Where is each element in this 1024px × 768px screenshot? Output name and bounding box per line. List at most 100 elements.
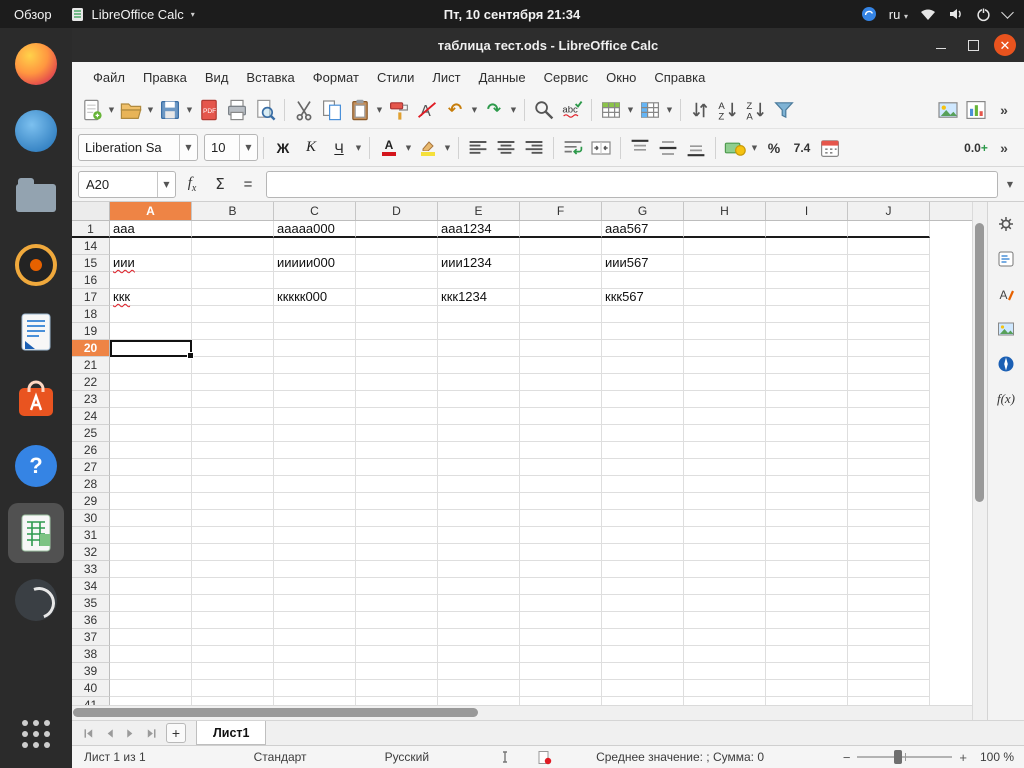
cell-G35[interactable]	[602, 595, 684, 612]
cell-J21[interactable]	[848, 357, 930, 374]
menubar-item-справка[interactable]: Справка	[645, 62, 714, 92]
cell-E36[interactable]	[438, 612, 520, 629]
column-header-B[interactable]: B	[192, 202, 274, 220]
cell-D35[interactable]	[356, 595, 438, 612]
cell-G19[interactable]	[602, 323, 684, 340]
cell-I15[interactable]	[766, 255, 848, 272]
row-header-27[interactable]: 27	[72, 459, 110, 476]
cell-E39[interactable]	[438, 663, 520, 680]
cell-D16[interactable]	[356, 272, 438, 289]
cell-J38[interactable]	[848, 646, 930, 663]
equals-button[interactable]: =	[236, 171, 260, 197]
cell-H26[interactable]	[684, 442, 766, 459]
cell-F20[interactable]	[520, 340, 602, 357]
cell-B16[interactable]	[192, 272, 274, 289]
cell-E19[interactable]	[438, 323, 520, 340]
font-name-dropdown[interactable]: ▼	[179, 135, 197, 160]
insert-column-dropdown[interactable]: ▼	[664, 106, 675, 114]
row-header-38[interactable]: 38	[72, 646, 110, 663]
cell-A33[interactable]	[110, 561, 192, 578]
cell-D39[interactable]	[356, 663, 438, 680]
currency-format-dropdown[interactable]: ▼	[749, 144, 760, 152]
cell-F15[interactable]	[520, 255, 602, 272]
cell-D36[interactable]	[356, 612, 438, 629]
align-right-button[interactable]	[520, 134, 548, 162]
cell-F27[interactable]	[520, 459, 602, 476]
cell-F16[interactable]	[520, 272, 602, 289]
cell-I31[interactable]	[766, 527, 848, 544]
row-header-14[interactable]: 14	[72, 238, 110, 255]
row-header-41[interactable]: 41	[72, 697, 110, 705]
cell-F39[interactable]	[520, 663, 602, 680]
cell-H40[interactable]	[684, 680, 766, 697]
menubar-item-окно[interactable]: Окно	[597, 62, 645, 92]
column-header-E[interactable]: E	[438, 202, 520, 220]
redo-button[interactable]: ↷	[480, 96, 508, 124]
zoom-level[interactable]: 100 %	[974, 750, 1014, 764]
cell-A17[interactable]: ккк	[110, 289, 192, 306]
cell-F33[interactable]	[520, 561, 602, 578]
insert-row-button[interactable]	[597, 96, 625, 124]
cell-F35[interactable]	[520, 595, 602, 612]
autofilter-button[interactable]	[770, 96, 798, 124]
cell-J17[interactable]	[848, 289, 930, 306]
toolbar-overflow-button[interactable]: »	[990, 96, 1018, 124]
cell-A29[interactable]	[110, 493, 192, 510]
cell-A35[interactable]	[110, 595, 192, 612]
cell-B1[interactable]	[192, 221, 274, 238]
save-button[interactable]	[156, 96, 184, 124]
cell-G31[interactable]	[602, 527, 684, 544]
previous-sheet-button[interactable]	[103, 727, 116, 740]
menubar-item-файл[interactable]: Файл	[84, 62, 134, 92]
undo-button[interactable]: ↶	[441, 96, 469, 124]
cell-D20[interactable]	[356, 340, 438, 357]
sidebar-functions-button[interactable]: f(x)	[992, 385, 1020, 413]
cell-E23[interactable]	[438, 391, 520, 408]
cell-C25[interactable]	[274, 425, 356, 442]
print-preview-button[interactable]	[251, 96, 279, 124]
cell-H15[interactable]	[684, 255, 766, 272]
cell-D21[interactable]	[356, 357, 438, 374]
cell-A27[interactable]	[110, 459, 192, 476]
row-header-40[interactable]: 40	[72, 680, 110, 697]
menubar-item-данные[interactable]: Данные	[470, 62, 535, 92]
cell-E1[interactable]: ааа1234	[438, 221, 520, 238]
cell-G39[interactable]	[602, 663, 684, 680]
horizontal-scrollbar-thumb[interactable]	[73, 708, 478, 717]
first-sheet-button[interactable]	[82, 727, 95, 740]
cell-D38[interactable]	[356, 646, 438, 663]
cell-H19[interactable]	[684, 323, 766, 340]
cell-A36[interactable]	[110, 612, 192, 629]
font-color-dropdown[interactable]: ▼	[403, 144, 414, 152]
cell-D28[interactable]	[356, 476, 438, 493]
cell-G26[interactable]	[602, 442, 684, 459]
sort-button[interactable]	[686, 96, 714, 124]
cell-J35[interactable]	[848, 595, 930, 612]
sidebar-settings-button[interactable]	[992, 210, 1020, 238]
horizontal-scrollbar[interactable]	[72, 705, 972, 720]
cell-E31[interactable]	[438, 527, 520, 544]
sort-ascending-button[interactable]: A Z	[714, 96, 742, 124]
cell-H22[interactable]	[684, 374, 766, 391]
cell-H21[interactable]	[684, 357, 766, 374]
cell-A16[interactable]	[110, 272, 192, 289]
cell-F30[interactable]	[520, 510, 602, 527]
font-name-combobox[interactable]: Liberation Sa ▼	[78, 134, 198, 161]
cell-G20[interactable]	[602, 340, 684, 357]
cell-B24[interactable]	[192, 408, 274, 425]
cell-B30[interactable]	[192, 510, 274, 527]
app-menu[interactable]: LibreOffice Calc ▾	[70, 7, 195, 22]
copy-button[interactable]	[318, 96, 346, 124]
cell-A24[interactable]	[110, 408, 192, 425]
cell-G22[interactable]	[602, 374, 684, 391]
spelling-button[interactable]: abc	[558, 96, 586, 124]
cell-F28[interactable]	[520, 476, 602, 493]
row-header-37[interactable]: 37	[72, 629, 110, 646]
cell-J28[interactable]	[848, 476, 930, 493]
cell-I16[interactable]	[766, 272, 848, 289]
cell-J31[interactable]	[848, 527, 930, 544]
row-header-19[interactable]: 19	[72, 323, 110, 340]
cell-A21[interactable]	[110, 357, 192, 374]
cell-A32[interactable]	[110, 544, 192, 561]
cell-J41[interactable]	[848, 697, 930, 705]
